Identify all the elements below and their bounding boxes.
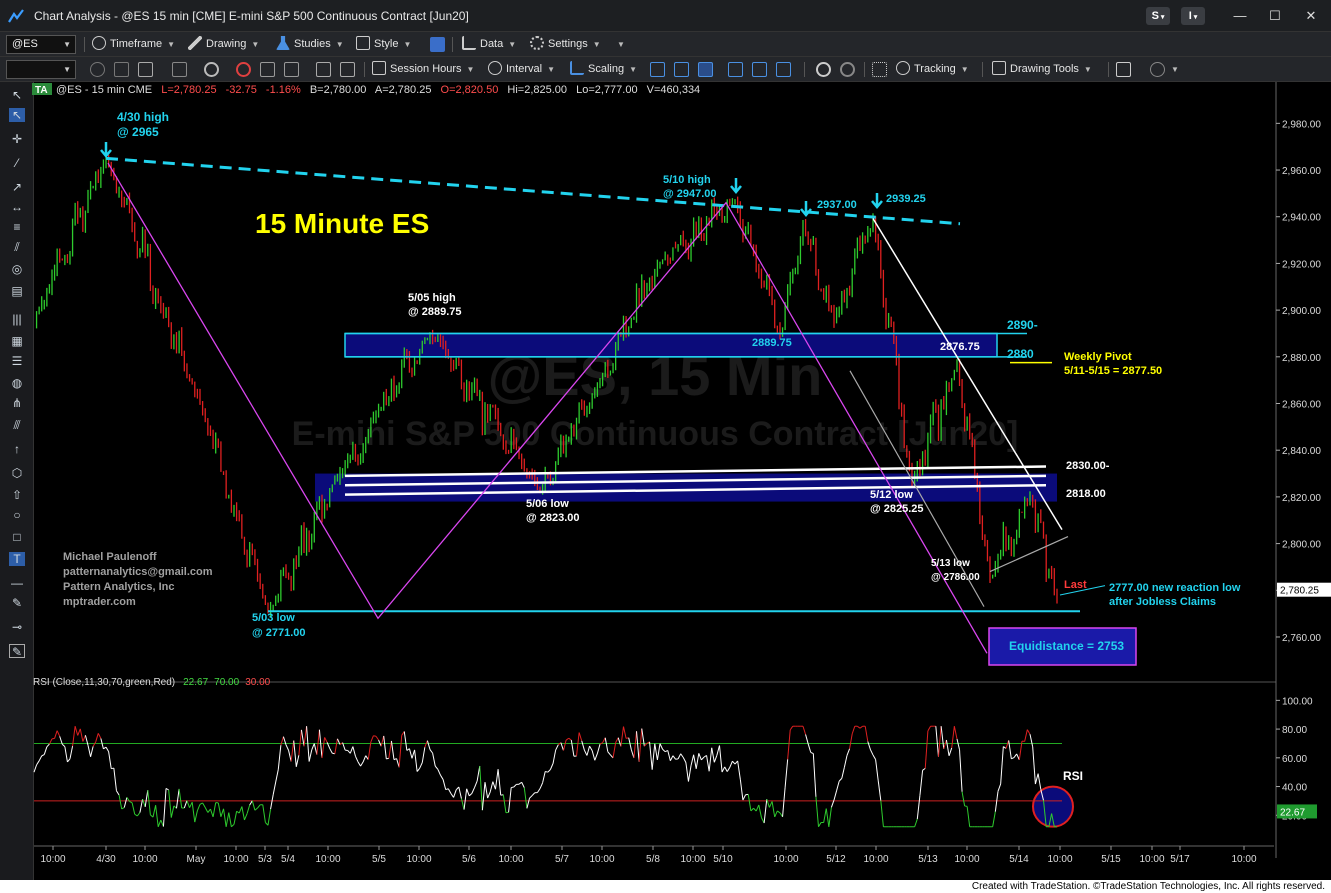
rsi-label: RSI (Close,11,30,70,green,Red) 22.67 70.00… (33, 677, 271, 688)
time-tick-label: 10:00 (589, 854, 614, 865)
price-tick-label: 2,820.00 (1282, 493, 1321, 504)
annotation-label: Michael Paulenoff (63, 551, 157, 563)
copyright-text: Created with TradeStation. ©TradeStation… (971, 881, 1325, 892)
annotation-label: Equidistance = 2753 (1009, 639, 1124, 653)
time-tick-label: 4/30 (96, 854, 116, 865)
time-tick-label: 10:00 (954, 854, 979, 865)
time-tick-label: 5/13 (918, 854, 938, 865)
annotation-label: 2830.00- (1066, 460, 1110, 472)
annotation-label: RSI (1063, 769, 1083, 783)
annotation-label: @ 2825.25 (870, 503, 924, 515)
footer: Created with TradeStation. ©TradeStation… (0, 880, 1331, 893)
annotation-label: after Jobless Claims (1109, 596, 1216, 608)
rsi-upper-value: 70.00 (214, 677, 239, 688)
annotation-label: 2880 (1007, 347, 1034, 361)
time-tick-label: 10:00 (1231, 854, 1256, 865)
price-tick-label: 2,920.00 (1282, 259, 1321, 270)
annotation-label: @ 2947.00 (663, 188, 717, 200)
time-tick-label: 10:00 (680, 854, 705, 865)
annotation-label: 5/03 low (252, 612, 295, 624)
rsi-value: 22.67 (183, 677, 208, 688)
status-line: @ES - 15 min CME L=2,780.25 -32.75 -1.16… (56, 84, 700, 96)
rsi-tick-label: 40.00 (1282, 783, 1307, 794)
annotation-label: 2890- (1007, 318, 1038, 332)
annotation-label: 5/12 low (870, 489, 913, 501)
rsi-tick-label: 80.00 (1282, 725, 1307, 736)
price-tick-label: 2,960.00 (1282, 166, 1321, 177)
price-tick-label: 2,800.00 (1282, 540, 1321, 551)
annotation-label: 2876.75 (940, 341, 980, 353)
rsi-segment (386, 757, 389, 760)
annotation-label: Pattern Analytics, Inc (63, 581, 174, 593)
annotation-label: 5/05 high (408, 292, 456, 304)
annotation-label: 5/10 high (663, 174, 711, 186)
time-tick-label: 5/4 (281, 854, 295, 865)
price-tick-label: 2,760.00 (1282, 633, 1321, 644)
time-tick-label: 5/8 (646, 854, 660, 865)
price-tick-label: 2,880.00 (1282, 353, 1321, 364)
rsi-lower-value: 30.00 (245, 677, 270, 688)
watermark-contract: E-mini S&P 500 Continuous Contract [Jun2… (292, 415, 1019, 453)
time-tick-label: 5/15 (1101, 854, 1121, 865)
time-tick-label: May (187, 854, 206, 865)
time-tick-label: 5/10 (713, 854, 733, 865)
time-tick-label: 10:00 (1139, 854, 1164, 865)
time-tick-label: 5/6 (462, 854, 476, 865)
annotation-label: 5/11-5/15 = 2877.50 (1064, 365, 1162, 377)
rsi-tick-label: 100.00 (1282, 696, 1313, 707)
rsi-value-badge-label: 22.67 (1280, 807, 1305, 818)
time-tick-label: 10:00 (315, 854, 340, 865)
annotation-label: 2939.25 (886, 193, 926, 205)
time-tick-label: 5/7 (555, 854, 569, 865)
price-tick-label: 2,980.00 (1282, 119, 1321, 130)
rsi-segment (373, 735, 377, 737)
annotation-label: patternanalytics@gmail.com (63, 566, 213, 578)
annotation-label: 2818.00 (1066, 488, 1106, 500)
rsi-params: RSI (Close,11,30,70,green,Red) (33, 677, 175, 688)
price-tick-label: 2,860.00 (1282, 400, 1321, 411)
annotation-label: 4/30 high (117, 110, 169, 124)
time-tick-label: 5/3 (258, 854, 272, 865)
price-tick-label: 2,840.00 (1282, 446, 1321, 457)
time-tick-label: 10:00 (223, 854, 248, 865)
annotation-label: @ 2823.00 (526, 512, 580, 524)
price-tick-label: 2,940.00 (1282, 213, 1321, 224)
annotation-label: 5/06 low (526, 498, 569, 510)
price-tick-label: 2,900.00 (1282, 306, 1321, 317)
time-tick-label: 5/5 (372, 854, 386, 865)
time-tick-label: 10:00 (406, 854, 431, 865)
time-tick-label: 10:00 (1047, 854, 1072, 865)
time-tick-label: 5/14 (1009, 854, 1029, 865)
time-tick-label: 5/12 (826, 854, 846, 865)
time-tick-label: 10:00 (498, 854, 523, 865)
rsi-tick-label: 60.00 (1282, 754, 1307, 765)
time-tick-label: 10:00 (773, 854, 798, 865)
annotation-label: @ 2786.00 (931, 572, 980, 583)
annotation-label: 2777.00 new reaction low (1109, 582, 1241, 594)
annotation-label: Last (1064, 579, 1087, 591)
time-tick-label: 10:00 (132, 854, 157, 865)
annotation-label: @ 2889.75 (408, 306, 462, 318)
ta-badge: TA (35, 85, 48, 96)
annotation-label: mptrader.com (63, 596, 136, 608)
time-tick-label: 10:00 (40, 854, 65, 865)
annotation-label: 2889.75 (752, 337, 792, 349)
annotation-label: @ 2771.00 (252, 627, 306, 639)
time-tick-label: 5/17 (1170, 854, 1190, 865)
last-price-label: 2,780.25 (1280, 586, 1319, 597)
annotation-label: 2937.00 (817, 199, 857, 211)
annotation-label: @ 2965 (117, 125, 159, 139)
rsi-segment (545, 771, 548, 773)
annotation-label: 15 Minute ES (255, 208, 429, 239)
chart-area[interactable]: TA @ES - 15 min CME L=2,780.25 -32.75 -1… (0, 0, 1331, 880)
annotation-label: 5/13 low (931, 558, 970, 569)
annotation-label: Weekly Pivot (1064, 351, 1132, 363)
time-tick-label: 10:00 (863, 854, 888, 865)
rsi-segment (511, 786, 514, 789)
